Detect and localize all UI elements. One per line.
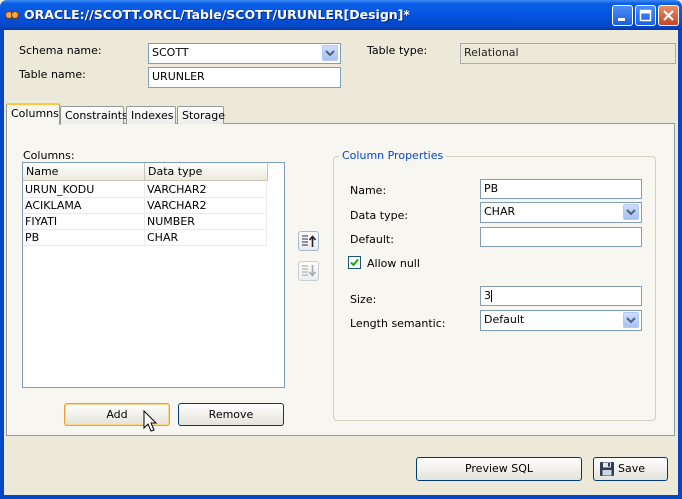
oracle-app-icon [4, 7, 20, 23]
column-name-input[interactable]: PB [480, 179, 642, 199]
cell-column-name: ACIKLAMA [23, 198, 145, 214]
checkmark-icon [350, 258, 359, 267]
text-caret [491, 290, 492, 302]
header-data-type[interactable]: Data type [145, 163, 268, 181]
default-label: Default: [350, 233, 394, 246]
tab-indexes[interactable]: Indexes [126, 106, 176, 124]
table-name-label: Table name: [19, 68, 86, 81]
chevron-down-icon[interactable] [623, 204, 639, 220]
data-type-select[interactable]: CHAR [480, 202, 642, 223]
schema-name-select[interactable]: SCOTT [148, 43, 341, 64]
move-up-icon [302, 235, 317, 247]
window-title: ORACLE://SCOTT.ORCL/Table/SCOTT/URUNLER[… [24, 7, 410, 22]
size-label: Size: [350, 293, 377, 306]
table-type-field: Relational [460, 43, 676, 64]
table-type-label: Table type: [367, 44, 428, 57]
name-label: Name: [350, 184, 387, 197]
save-label: Save [618, 462, 646, 475]
length-semantic-select[interactable]: Default [480, 310, 642, 331]
tab-storage[interactable]: Storage [177, 106, 225, 124]
header-name[interactable]: Name [23, 163, 145, 181]
cell-data-type: VARCHAR2 [145, 182, 267, 198]
minimize-button[interactable] [612, 5, 633, 26]
move-up-button[interactable] [298, 231, 319, 251]
table-row[interactable]: FIYATI NUMBER [23, 214, 267, 230]
move-down-button[interactable] [298, 261, 319, 281]
window-frame-bottom [0, 495, 682, 499]
move-down-icon [302, 265, 317, 277]
mouse-cursor-icon [143, 409, 159, 434]
chevron-down-icon[interactable] [322, 45, 338, 61]
default-input[interactable] [480, 227, 642, 247]
maximize-button[interactable] [635, 5, 656, 26]
data-type-label: Data type: [350, 209, 409, 222]
length-semantic-label: Length semantic: [350, 317, 446, 330]
window-frame-left [0, 30, 4, 499]
schema-name-value: SCOTT [152, 46, 189, 59]
columns-label: Columns: [23, 149, 75, 162]
table-row[interactable]: PB CHAR [23, 230, 267, 246]
columns-grid[interactable]: Name Data type URUN_KODU VARCHAR2 ACIKLA… [22, 162, 285, 388]
table-row[interactable]: ACIKLAMA VARCHAR2 [23, 198, 267, 214]
close-icon [663, 10, 674, 21]
cell-column-name: PB [23, 230, 145, 246]
column-properties-title: Column Properties [339, 149, 447, 162]
save-button[interactable]: Save [593, 457, 668, 481]
length-semantic-value: Default [484, 313, 525, 326]
preview-sql-button[interactable]: Preview SQL [416, 457, 582, 481]
table-row[interactable]: URUN_KODU VARCHAR2 [23, 182, 267, 198]
cell-data-type: VARCHAR2 [145, 198, 267, 214]
allow-null-label: Allow null [367, 257, 420, 270]
allow-null-checkbox[interactable] [348, 256, 361, 269]
close-button[interactable] [658, 5, 679, 26]
chevron-down-icon[interactable] [623, 312, 639, 328]
table-name-input[interactable]: URUNLER [148, 67, 341, 88]
schema-name-label: Schema name: [19, 44, 102, 57]
cell-data-type: CHAR [145, 230, 267, 246]
remove-button[interactable]: Remove [178, 403, 284, 426]
tab-constraints[interactable]: Constraints [60, 106, 128, 124]
size-value: 3 [484, 289, 491, 302]
floppy-disk-icon [599, 461, 615, 477]
size-input[interactable]: 3 [480, 286, 642, 306]
data-type-value: CHAR [484, 205, 516, 218]
maximize-icon [639, 9, 652, 22]
cell-data-type: NUMBER [145, 214, 267, 230]
minimize-icon [618, 18, 625, 21]
tab-columns[interactable]: Columns [6, 103, 60, 125]
cell-column-name: FIYATI [23, 214, 145, 230]
cell-column-name: URUN_KODU [23, 182, 145, 198]
window-frame-right [678, 30, 682, 499]
